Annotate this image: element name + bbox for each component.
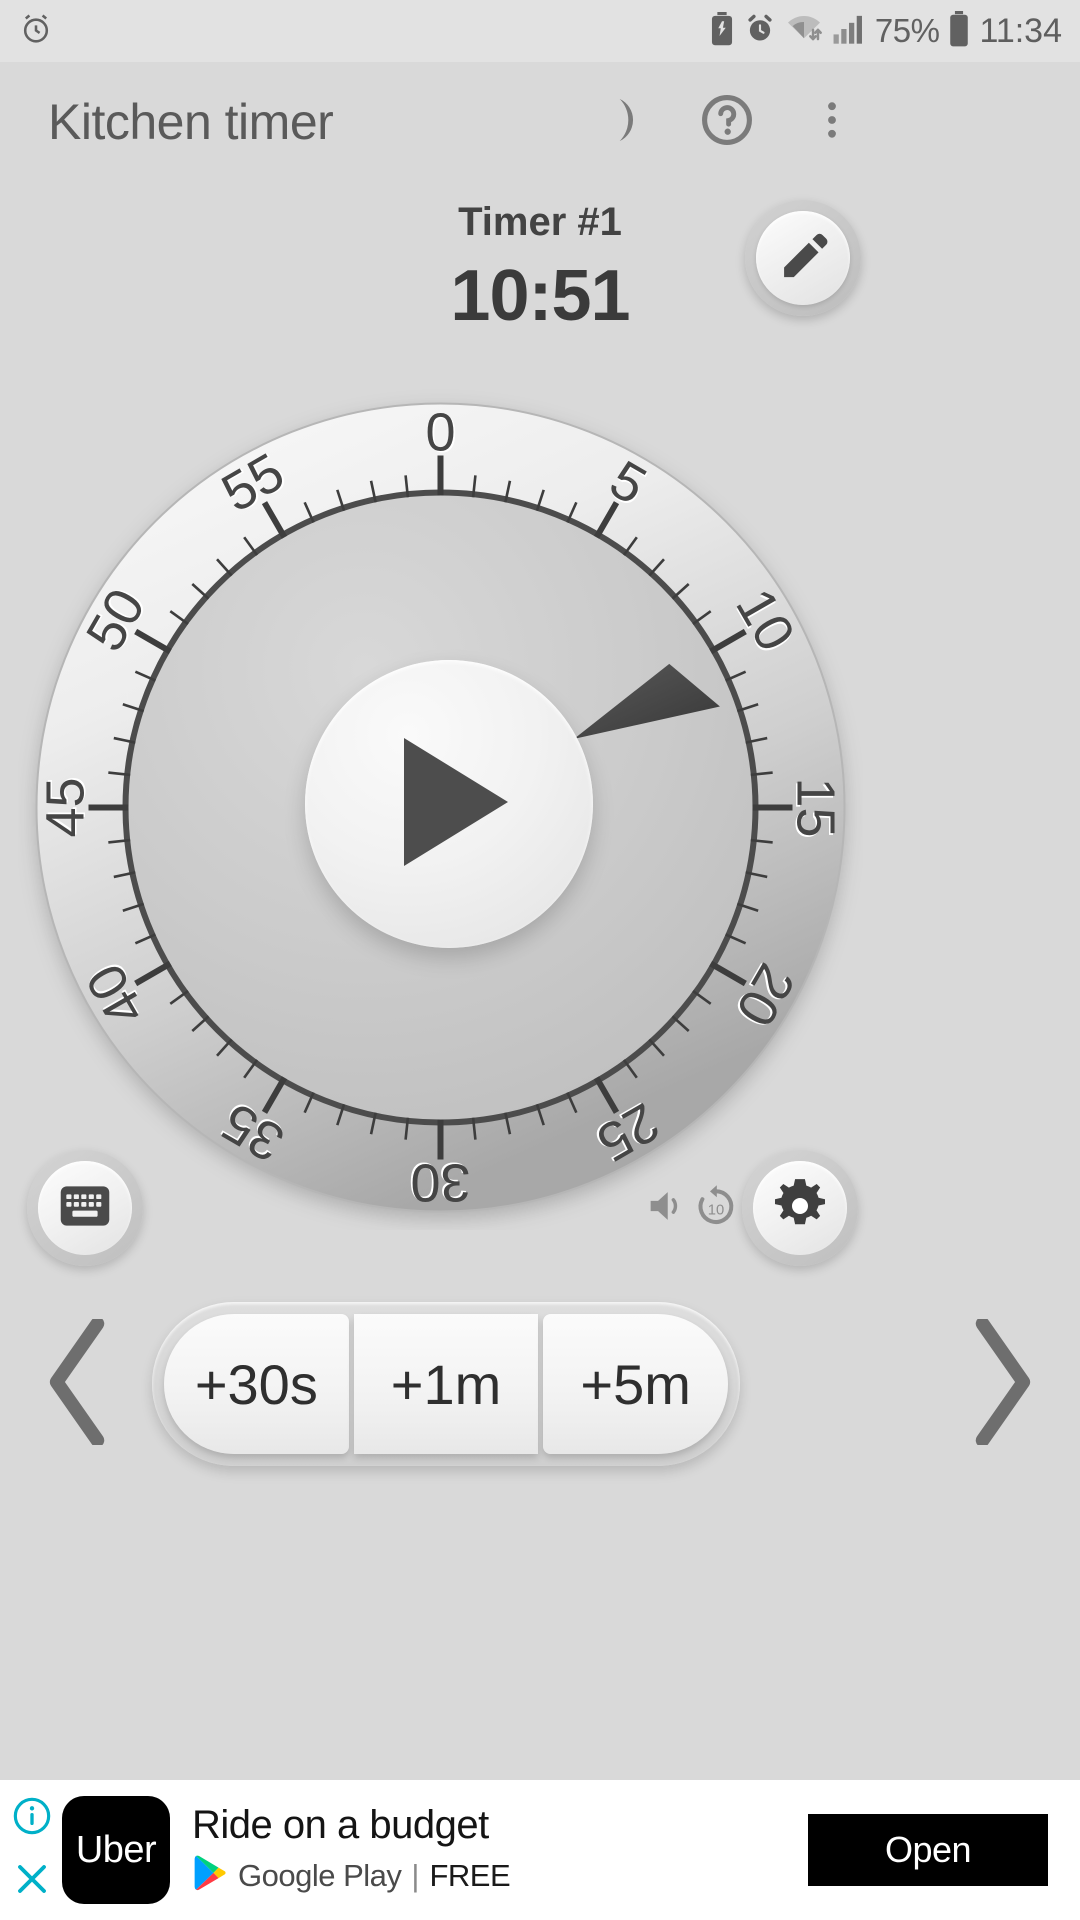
signal-icon	[832, 13, 866, 50]
add-1m-button[interactable]: +1m	[353, 1314, 539, 1454]
play-pause-button[interactable]	[305, 660, 593, 948]
ad-separator: |	[411, 1857, 420, 1893]
dial-numeral-label: 45	[36, 777, 96, 837]
ad-meta-column	[0, 1780, 58, 1920]
chevron-right-icon	[967, 1316, 1037, 1450]
chevron-left-icon	[43, 1316, 113, 1450]
dial-numeral-label: 0	[425, 403, 455, 463]
keyboard-input-button[interactable]	[27, 1150, 143, 1266]
dial-numeral: 4545	[36, 776, 98, 838]
keyboard-icon	[57, 1178, 113, 1239]
battery-percentage: 75%	[874, 12, 940, 49]
volume-on-icon	[645, 1186, 689, 1231]
play-icon	[392, 732, 520, 877]
dial-numeral: 1515	[784, 777, 846, 839]
add-30s-button[interactable]: +30s	[164, 1314, 349, 1454]
quick-add-row: +30s +1m +5m	[0, 1290, 1080, 1480]
pencil-icon	[776, 229, 830, 288]
ad-price: FREE	[429, 1857, 511, 1893]
quick-add-group: +30s +1m +5m	[152, 1302, 740, 1466]
wifi-icon	[785, 13, 823, 50]
close-icon[interactable]	[12, 1859, 52, 1904]
dial-numeral: 00	[425, 403, 457, 465]
settings-button[interactable]	[742, 1150, 858, 1266]
next-timer-button[interactable]	[956, 1316, 1048, 1452]
status-bar-right: 75% 11:34	[709, 10, 1062, 52]
info-icon[interactable]	[12, 1796, 52, 1841]
status-clock: 11:34	[979, 11, 1062, 50]
google-play-icon	[192, 1854, 228, 1897]
moon-icon	[585, 93, 639, 152]
rewind-10-icon: 10	[692, 1182, 740, 1235]
more-vertical-icon	[808, 96, 856, 149]
timer-name: Timer #1	[458, 200, 622, 244]
app-bar: Kitchen timer	[0, 62, 1080, 182]
edit-timer-button[interactable]	[745, 200, 861, 316]
battery-icon	[948, 10, 970, 52]
alarm-clock-icon	[18, 11, 54, 52]
question-mark-icon	[699, 92, 755, 153]
rewind-seconds-label: 10	[708, 1203, 724, 1219]
add-5m-button[interactable]: +5m	[543, 1314, 729, 1454]
ad-headline: Ride on a budget	[192, 1803, 489, 1847]
ad-advertiser-logo[interactable]: Uber	[62, 1796, 170, 1904]
overflow-menu-button[interactable]	[795, 85, 869, 159]
battery-saver-icon	[709, 11, 735, 51]
ad-banner[interactable]: Uber Ride on a budget Google Play | FREE…	[0, 1780, 1080, 1920]
dial-numeral-label: 30	[410, 1153, 470, 1213]
alarm-icon	[744, 13, 776, 50]
ad-text-column: Ride on a budget Google Play | FREE	[192, 1803, 511, 1897]
ad-subline: Google Play | FREE	[192, 1854, 511, 1897]
ad-store-name: Google Play	[238, 1857, 402, 1893]
gear-icon	[769, 1175, 831, 1242]
previous-timer-button[interactable]	[32, 1316, 124, 1452]
timer-remaining: 10:51	[450, 256, 630, 336]
night-mode-button[interactable]	[575, 85, 649, 159]
dial-numeral-label: 15	[786, 777, 846, 837]
dial-numeral: 3030	[409, 1151, 471, 1213]
ad-open-button[interactable]: Open	[808, 1814, 1048, 1886]
status-bar-left	[18, 11, 54, 52]
page-title: Kitchen timer	[48, 94, 334, 150]
help-button[interactable]	[690, 85, 764, 159]
status-bar: 75% 11:34	[0, 0, 1080, 62]
